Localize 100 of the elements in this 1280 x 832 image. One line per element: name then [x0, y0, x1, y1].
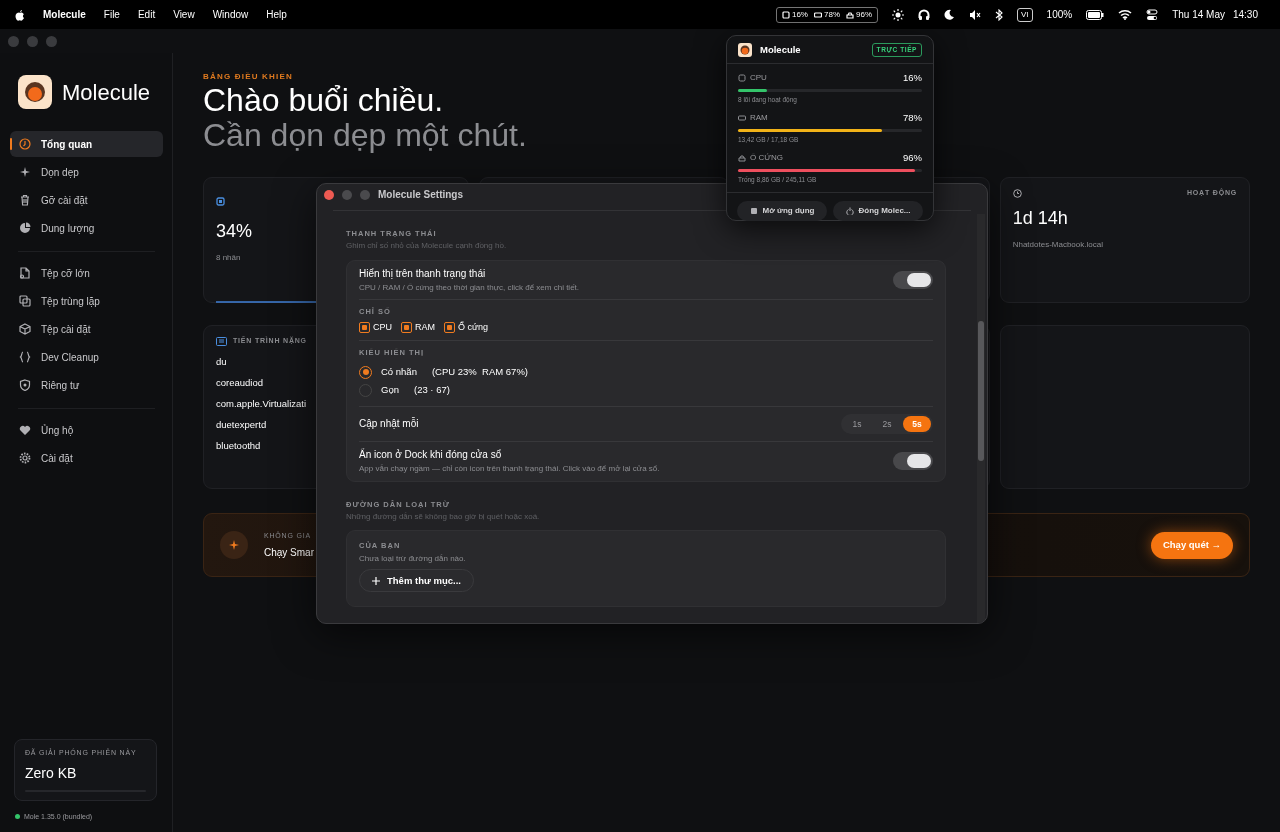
setting-description: App vẫn chạy ngầm — chỉ còn icon trên thanh trạng thái. Click vào để mở lại cửa sổ. [359, 464, 660, 474]
sparkle-icon [19, 166, 31, 178]
metric-label: RAM [750, 112, 768, 125]
list-icon [216, 337, 227, 347]
process-name: duetexpertd [216, 417, 267, 432]
scrollbar-thumb[interactable] [978, 321, 984, 461]
control-center-icon[interactable] [1146, 8, 1159, 21]
app-name: Molecule [760, 43, 801, 57]
moon-icon[interactable] [944, 9, 955, 20]
metric-label: Ổ CỨNG [750, 152, 784, 165]
greeting-subtitle: Cần dọn dẹp một chút. [203, 118, 527, 154]
window-title: Molecule Settings [378, 189, 463, 201]
wifi-icon[interactable] [1118, 9, 1133, 20]
drive-icon [738, 154, 746, 163]
apple-icon [14, 8, 25, 21]
file-icon [19, 267, 31, 279]
memory-icon [738, 114, 746, 123]
clock-date: Thu 14 May [1172, 8, 1225, 22]
menu-item[interactable]: Edit [137, 7, 156, 22]
heart-icon [19, 424, 31, 436]
bluetooth-icon[interactable] [995, 8, 1003, 21]
process-name: bluetoothd [216, 438, 261, 453]
setting-description: CPU / RAM / Ổ cứng theo thời gian thực, click để xem chi tiết. [359, 282, 580, 293]
sidebar-item[interactable]: Gỡ cài đặt [10, 187, 163, 213]
popover-button[interactable]: Đóng Molec... [833, 201, 923, 222]
close-button[interactable] [324, 190, 334, 200]
menu-item[interactable]: File [103, 7, 120, 22]
sparkle-badge-icon [220, 531, 248, 560]
segment-option[interactable]: 1s [843, 416, 871, 433]
clock[interactable]: Thu 14 May 14:30 [1172, 7, 1258, 22]
greeting-heading: Chào buổi chiều. [203, 83, 444, 119]
clock-icon [19, 138, 31, 150]
pie-chart-icon [19, 222, 31, 234]
power-icon [845, 207, 854, 216]
sidebar-item[interactable]: Tệp trùng lặp [10, 288, 163, 314]
sidebar-item[interactable]: Dung lượng [10, 215, 163, 241]
app-name[interactable]: Molecule [43, 7, 86, 22]
gear-icon [19, 452, 31, 464]
drive-icon [846, 10, 854, 19]
copy-icon [19, 295, 31, 307]
sidebar-item[interactable]: Tổng quan [10, 131, 163, 157]
metric-value: 78% [903, 111, 922, 126]
sidebar-item[interactable]: Cài đặt [10, 445, 163, 471]
sidebar-item[interactable]: Ủng hộ [10, 417, 163, 443]
toggle-switch[interactable] [893, 452, 933, 471]
session-value: Zero KB [25, 763, 77, 783]
toggle-switch[interactable] [893, 270, 933, 289]
add-folder-button[interactable]: Thêm thư mục... [359, 568, 474, 593]
stat-caption: Nhatdotes-Macbook.local [1012, 238, 1103, 251]
chip-icon [738, 74, 746, 83]
status-item[interactable]: 16% 78% 96% [775, 6, 878, 23]
process-name: du [216, 354, 227, 369]
chip-icon [781, 10, 790, 19]
process-name: com.apple.Virtualizati [216, 396, 307, 411]
banner-text: Chạy Smar [264, 545, 314, 560]
sidebar-item[interactable]: Riêng tư [10, 372, 163, 398]
stat-caption: 8 nhân [216, 252, 241, 265]
headphones-icon[interactable] [918, 8, 930, 21]
page-eyebrow: BẢNG ĐIỀU KHIỂN [203, 71, 293, 83]
setting-label: Hiển thị trên thanh trạng thái [359, 267, 486, 280]
radio-option[interactable]: Có nhãn (CPU 23% RAM 67%) [359, 363, 528, 382]
sidebar-item[interactable]: Tệp cỡ lớn [10, 260, 163, 286]
stat-value: 34% [216, 220, 253, 244]
metric-value: 16% [903, 71, 922, 86]
process-name: coreaudiod [216, 375, 263, 390]
empty-message: Chưa loại trừ đường dẫn nào. [359, 554, 466, 564]
menu-item[interactable]: Help [266, 7, 287, 22]
memory-icon [814, 10, 822, 19]
menu-item[interactable]: View [173, 7, 195, 22]
popover-button[interactable]: Mở ứng dụng [737, 201, 827, 222]
sidebar-item[interactable]: Tệp cài đặt [10, 316, 163, 342]
app-logo [738, 43, 752, 58]
box-icon [19, 323, 31, 335]
setting-label: Cập nhật mỗi [359, 418, 419, 431]
status-value: 78% [824, 8, 840, 21]
setting-label: Ẩn icon ở Dock khi đóng cửa sổ [359, 449, 502, 462]
braces-icon [19, 351, 31, 363]
shield-icon [19, 379, 31, 391]
stat-value: 1d 14h [1012, 206, 1068, 230]
status-value: 16% [791, 8, 808, 21]
menu-item[interactable]: Window [212, 7, 249, 22]
battery-icon[interactable] [1086, 9, 1105, 20]
status-value: 96% [856, 8, 872, 21]
metric-label: CPU [750, 72, 767, 85]
muted-speaker-icon[interactable] [969, 8, 981, 21]
radio-option[interactable]: Gọn (23 · 67) [359, 381, 450, 400]
clock-time: 14:30 [1232, 8, 1258, 22]
checkbox[interactable]: RAM [401, 322, 435, 334]
sidebar-item[interactable]: Dọn dẹp [10, 159, 163, 185]
brightness-icon[interactable] [892, 8, 904, 21]
app-logo [18, 75, 52, 109]
battery-percent: 100% [1046, 8, 1073, 22]
checkbox[interactable]: CPU [359, 322, 392, 334]
stop-icon [749, 207, 758, 216]
sidebar-item[interactable]: Dev Cleanup [10, 344, 163, 370]
plus-icon [372, 576, 380, 585]
input-source[interactable]: VI [1017, 7, 1033, 22]
segment-option[interactable]: 2s [873, 416, 901, 433]
clock-icon [1012, 189, 1022, 199]
checkbox[interactable]: Ổ cứng [444, 322, 489, 334]
